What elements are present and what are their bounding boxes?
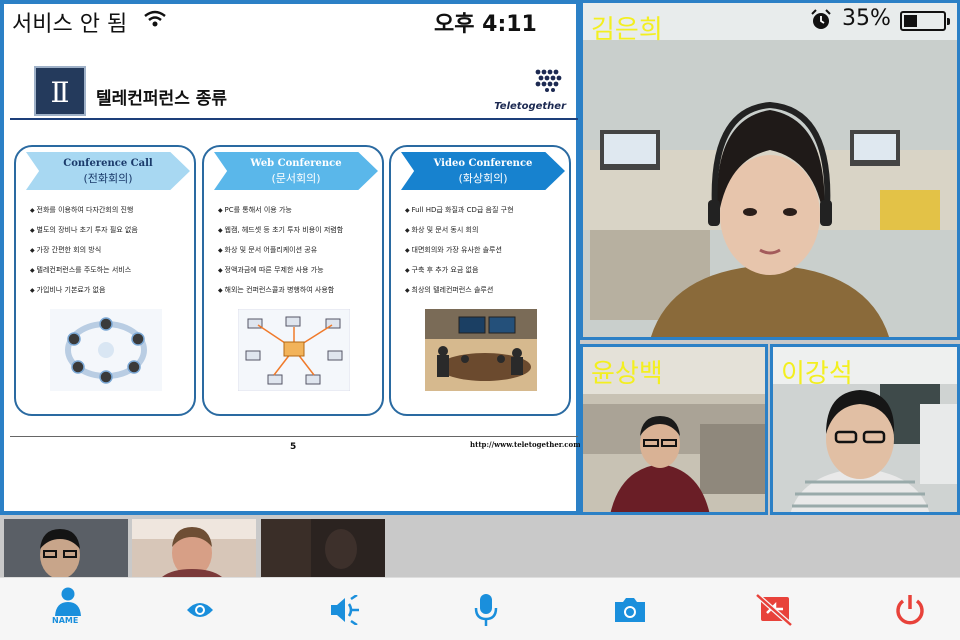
card-ribbon: Conference Call (전화회의) [26, 152, 190, 190]
status-bar: 서비스 안 됨 오후 4:11 35% [0, 0, 960, 40]
thumbnail-video-feed [4, 519, 128, 577]
list-item: 전화를 이용하여 다자간회의 진행 [30, 205, 196, 215]
thumbnail-video-feed [132, 519, 256, 577]
participant-video-feed [583, 3, 957, 337]
eye-icon [187, 602, 213, 617]
video-tile-participant-3[interactable]: 이강석 [770, 344, 960, 515]
logo-dots-icon [535, 69, 562, 92]
slide-page-number: 5 [290, 442, 297, 452]
card-subtitle: (전화회의) [83, 172, 133, 185]
video-tile-participant-2[interactable]: 윤상백 [580, 344, 768, 515]
shared-screen-panel[interactable]: Ⅱ 텔레컨퍼런스 종류 Teletogether Conference Call [0, 0, 581, 515]
battery-level-fill [904, 15, 917, 27]
slide-footer-rule [10, 436, 578, 437]
call-control-toolbar: NAME [0, 577, 960, 640]
card-ribbon: Video Conference (화상회의) [401, 152, 565, 190]
thumbnail-video-feed [261, 519, 385, 577]
list-item: 대면회의와 가장 유사한 솔루션 [405, 245, 571, 255]
card-subtitle: (화상회의) [458, 172, 508, 185]
end-call-button[interactable] [842, 578, 960, 640]
list-item: 최상의 텔레컨퍼런스 솔루션 [405, 285, 571, 295]
participant-thumbnail[interactable] [132, 519, 256, 577]
list-item: 화상 및 문서 동시 회의 [405, 225, 571, 235]
list-item: 가입비나 기본료가 없음 [30, 285, 196, 295]
conference-call-illustration [50, 309, 162, 391]
card-video-conference: Video Conference (화상회의) Full HD급 화질과 CD급… [389, 145, 571, 416]
name-button-label: NAME [52, 616, 79, 625]
card-ribbon: Web Conference (문서회의) [214, 152, 378, 190]
share-screen-off-button[interactable] [706, 578, 842, 640]
carrier-text: 서비스 안 됨 [12, 12, 128, 37]
microphone-toggle-button[interactable] [418, 578, 554, 640]
list-item: 해외는 컨퍼런스콜과 병행하여 사용함 [218, 285, 384, 295]
card-title: Conference Call [63, 158, 153, 169]
list-item: Full HD급 화질과 CD급 음질 구현 [405, 205, 571, 215]
view-mode-button[interactable] [132, 578, 268, 640]
card-bullet-list: PC를 통해서 이용 가능 웹캠, 헤드셋 등 초기 투자 비용이 저렴함 화상… [218, 205, 384, 305]
list-item: 정액과금에 따른 무제한 사용 가능 [218, 265, 384, 275]
battery-icon [900, 11, 950, 31]
battery-percent: 35% [842, 6, 891, 31]
web-conference-illustration [238, 309, 350, 391]
card-web-conference: Web Conference (문서회의) PC를 통해서 이용 가능 웹캠, … [202, 145, 384, 416]
power-icon [896, 594, 924, 624]
slide-title: 텔레컨퍼런스 종류 [96, 89, 228, 109]
teletogether-logo: Teletogether [494, 68, 566, 112]
video-conference-app: Ⅱ 텔레컨퍼런스 종류 Teletogether Conference Call [0, 0, 960, 640]
participant-name-label: 윤상백 [591, 359, 663, 389]
slide-header: Ⅱ 텔레컨퍼런스 종류 Teletogether [34, 66, 570, 120]
share-off-icon [755, 592, 793, 627]
list-item: 별도의 장비나 초기 투자 필요 없음 [30, 225, 196, 235]
card-title: Video Conference [433, 158, 533, 169]
participant-thumbnail-strip [0, 515, 960, 577]
show-names-button[interactable]: NAME [0, 578, 136, 640]
card-bullet-list: Full HD급 화질과 CD급 음질 구현 화상 및 문서 동시 회의 대면회… [405, 205, 571, 305]
logo-text: Teletogether [494, 101, 566, 112]
list-item: 구축 후 추가 요금 없음 [405, 265, 571, 275]
wifi-icon [144, 10, 166, 27]
list-item: 화상 및 문서 어플리케이션 공유 [218, 245, 384, 255]
video-tile-main[interactable]: 김은희 [580, 0, 960, 340]
slide-header-rule [10, 118, 578, 120]
participant-thumbnail[interactable] [4, 519, 128, 577]
camera-button[interactable] [562, 578, 698, 640]
speaker-icon [331, 594, 359, 625]
speaker-toggle-button[interactable] [277, 578, 413, 640]
card-subtitle: (문서회의) [271, 172, 321, 185]
list-item: 웹캠, 헤드셋 등 초기 투자 비용이 저렴함 [218, 225, 384, 235]
status-time: 오후 4:11 [434, 12, 537, 37]
video-conference-illustration [425, 309, 537, 391]
list-item: 텔레컨퍼런스를 주도하는 서비스 [30, 265, 196, 275]
section-number-badge: Ⅱ [34, 66, 86, 116]
microphone-icon [474, 593, 498, 626]
participant-name-label: 이강석 [781, 359, 853, 389]
card-conference-call: Conference Call (전화회의) 전화를 이용하여 다자간회의 진행… [14, 145, 196, 416]
camera-icon [615, 597, 645, 622]
card-title: Web Conference [250, 158, 342, 169]
participant-thumbnail[interactable] [261, 519, 385, 577]
slide-footer-url: http://www.teletogether.com [470, 440, 581, 449]
person-icon [55, 587, 81, 616]
list-item: PC를 통해서 이용 가능 [218, 205, 384, 215]
alarm-icon [811, 9, 831, 29]
card-bullet-list: 전화를 이용하여 다자간회의 진행 별도의 장비나 초기 투자 필요 없음 가장… [30, 205, 196, 305]
list-item: 가장 간편한 회의 방식 [30, 245, 196, 255]
